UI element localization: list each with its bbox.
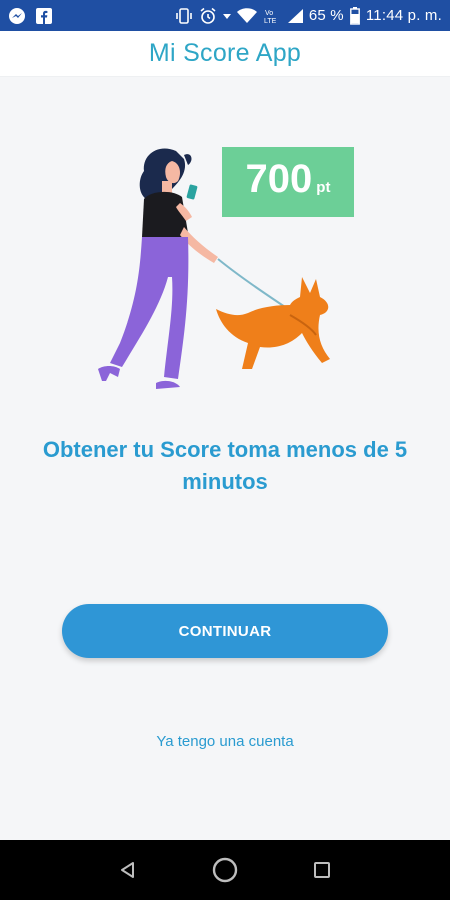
back-icon[interactable] bbox=[108, 850, 148, 890]
app-header: Mi Score App bbox=[0, 31, 450, 77]
shoe-left-shape bbox=[98, 366, 120, 381]
recents-icon[interactable] bbox=[302, 850, 342, 890]
facebook-icon bbox=[36, 7, 52, 24]
status-left bbox=[8, 7, 52, 25]
onboarding-content: 700 pt Obtener tu Score toma menos de 5 … bbox=[0, 77, 450, 840]
shoe-right-shape bbox=[156, 380, 180, 389]
app-title: Mi Score App bbox=[148, 39, 302, 67]
navigation-bar bbox=[0, 840, 450, 900]
phone-shape bbox=[186, 184, 198, 200]
score-value: 700 bbox=[245, 157, 313, 201]
status-bar: Vo LTE 65 % 11:44 p. m. bbox=[0, 0, 450, 31]
vibrate-icon bbox=[175, 7, 193, 24]
svg-text:LTE: LTE bbox=[264, 18, 277, 25]
wifi-icon bbox=[236, 7, 257, 24]
existing-account-link[interactable]: Ya tengo una cuenta bbox=[0, 733, 450, 750]
score-badge: 700 pt bbox=[222, 147, 354, 217]
status-right: Vo LTE 65 % 11:44 p. m. bbox=[175, 6, 442, 25]
score-unit: pt bbox=[316, 179, 331, 196]
continue-button[interactable]: CONTINUAR bbox=[62, 604, 388, 658]
clock-time: 11:44 p. m. bbox=[365, 7, 442, 24]
dog-shape bbox=[216, 277, 330, 369]
hair-bun bbox=[184, 154, 192, 165]
messenger-icon bbox=[8, 7, 26, 25]
home-icon[interactable] bbox=[205, 850, 245, 890]
alarm-icon bbox=[199, 7, 217, 25]
volte-icon: Vo LTE bbox=[263, 7, 281, 25]
data-arrow-icon bbox=[222, 12, 231, 20]
headline: Obtener tu Score toma menos de 5 minutos bbox=[42, 437, 408, 494]
battery-icon bbox=[349, 6, 360, 25]
signal-icon bbox=[287, 8, 303, 24]
pants-shape bbox=[110, 237, 189, 379]
battery-percent: 65 % bbox=[308, 7, 344, 24]
svg-text:Vo: Vo bbox=[265, 10, 273, 17]
